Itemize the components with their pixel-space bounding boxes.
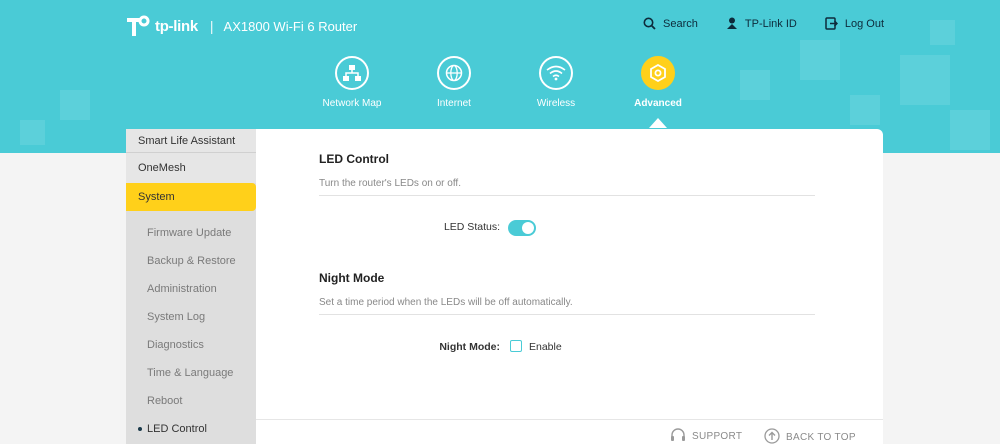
logout-link[interactable]: Log Out	[825, 17, 884, 30]
current-item-dot	[138, 427, 142, 431]
user-icon	[726, 17, 738, 30]
sidebar-item-system-log[interactable]: System Log	[126, 303, 256, 331]
nav-label: Internet	[437, 98, 471, 109]
nav-label: Network Map	[322, 98, 382, 109]
night-mode-enable-label[interactable]: Enable	[529, 341, 562, 353]
divider	[319, 314, 815, 315]
main-nav: Network Map Internet Wireless Advanced	[0, 56, 1000, 116]
search-link[interactable]: Search	[643, 17, 698, 30]
sidebar: Smart Life Assistant OneMesh System Firm…	[126, 129, 256, 444]
led-status-toggle[interactable]	[508, 220, 536, 236]
nav-internet[interactable]: Internet	[404, 56, 504, 109]
led-control-description: Turn the router's LEDs on or off.	[319, 178, 461, 189]
night-mode-enable-checkbox[interactable]	[510, 340, 522, 352]
support-label: SUPPORT	[692, 431, 743, 442]
globe-icon	[437, 56, 471, 90]
support-link[interactable]: SUPPORT	[670, 428, 742, 444]
wifi-icon	[539, 56, 573, 90]
tp-link-logo-icon	[124, 12, 150, 40]
sidebar-item-led-control[interactable]: LED Control	[126, 415, 256, 443]
decor-block	[20, 120, 45, 145]
led-status-label: LED Status:	[443, 221, 500, 233]
footer: SUPPORT BACK TO TOP	[256, 419, 883, 444]
brand: tp-link | AX1800 Wi-Fi 6 Router	[124, 12, 357, 40]
sidebar-submenu: Firmware Update Backup & Restore Adminis…	[126, 211, 256, 443]
network-map-icon	[335, 56, 369, 90]
headset-icon	[670, 428, 686, 444]
sidebar-item-administration[interactable]: Administration	[126, 275, 256, 303]
sidebar-item-onemesh[interactable]: OneMesh	[126, 153, 256, 183]
tplink-id-link[interactable]: TP-Link ID	[726, 17, 797, 30]
toggle-knob	[522, 222, 534, 234]
decor-block	[950, 110, 990, 150]
sidebar-item-smart-life-assistant[interactable]: Smart Life Assistant	[126, 129, 256, 153]
sidebar-item-label: LED Control	[147, 423, 207, 435]
logout-label: Log Out	[844, 17, 884, 30]
sidebar-item-reboot[interactable]: Reboot	[126, 387, 256, 415]
led-control-title: LED Control	[319, 152, 389, 166]
nav-label: Wireless	[536, 98, 576, 109]
nav-label: Advanced	[634, 98, 682, 109]
divider	[319, 195, 815, 196]
brand-name: tp-link	[155, 17, 198, 35]
sidebar-item-diagnostics[interactable]: Diagnostics	[126, 331, 256, 359]
sidebar-item-backup-restore[interactable]: Backup & Restore	[126, 247, 256, 275]
decor-block	[930, 20, 955, 45]
brand-divider: |	[209, 18, 214, 34]
nav-wireless[interactable]: Wireless	[506, 56, 606, 109]
model-name: AX1800 Wi-Fi 6 Router	[223, 18, 358, 34]
night-mode-title: Night Mode	[319, 271, 385, 285]
search-icon	[643, 17, 656, 30]
search-label: Search	[663, 17, 698, 30]
logout-icon	[825, 17, 838, 30]
sidebar-item-firmware-update[interactable]: Firmware Update	[126, 219, 256, 247]
night-mode-description: Set a time period when the LEDs will be …	[319, 297, 573, 308]
active-nav-indicator	[649, 118, 667, 128]
arrow-up-circle-icon	[764, 428, 780, 444]
back-to-top-label: BACK TO TOP	[786, 432, 856, 443]
content-card: LED Control Turn the router's LEDs on or…	[256, 129, 883, 419]
sidebar-item-time-language[interactable]: Time & Language	[126, 359, 256, 387]
back-to-top-link[interactable]: BACK TO TOP	[764, 428, 856, 444]
tplink-id-label: TP-Link ID	[744, 17, 797, 30]
night-mode-label: Night Mode:	[439, 341, 500, 353]
top-links: Search TP-Link ID Log Out	[643, 17, 884, 30]
sidebar-item-system[interactable]: System	[126, 183, 256, 211]
nav-network-map[interactable]: Network Map	[302, 56, 402, 109]
gear-icon	[641, 56, 675, 90]
nav-advanced[interactable]: Advanced	[608, 56, 708, 109]
